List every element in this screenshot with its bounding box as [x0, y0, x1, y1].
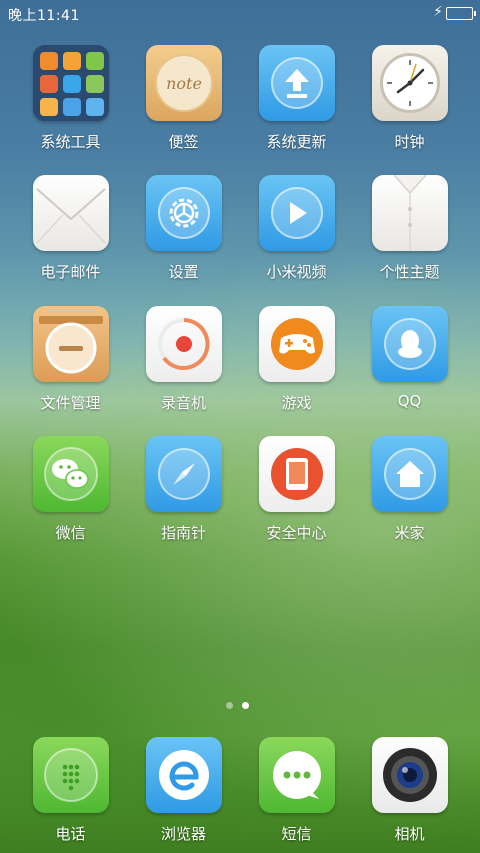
phone-keypad-icon	[33, 737, 109, 813]
app-email[interactable]: 电子邮件	[14, 175, 127, 300]
app-label: 微信	[55, 524, 86, 542]
app-label: 指南针	[160, 524, 206, 542]
home-icon	[372, 436, 448, 512]
app-security[interactable]: 安全中心	[240, 436, 353, 561]
app-notes[interactable]: note 便签	[127, 45, 240, 170]
dock-camera[interactable]: 相机	[353, 737, 466, 853]
app-wechat[interactable]: 微信	[14, 436, 127, 561]
penguin-icon	[372, 306, 448, 382]
drawer-icon	[33, 306, 109, 382]
app-label: 时钟	[394, 133, 425, 151]
system-tools-folder-icon	[33, 45, 109, 121]
page-dot[interactable]	[226, 702, 233, 709]
dock-messaging[interactable]: 短信	[240, 737, 353, 853]
battery-icon	[446, 7, 476, 20]
app-label: 个性主题	[379, 263, 440, 281]
status-time: 晚上11:41	[8, 8, 80, 24]
app-label: 电子邮件	[40, 263, 101, 281]
camera-lens-icon	[372, 737, 448, 813]
message-bubble-icon	[259, 737, 335, 813]
app-label: 录音机	[160, 394, 206, 412]
clock-icon	[372, 45, 448, 121]
app-system-tools[interactable]: 系统工具	[14, 45, 127, 170]
app-games[interactable]: 游戏	[240, 306, 353, 431]
notes-icon: note	[146, 45, 222, 121]
app-label: 电话	[55, 825, 86, 843]
app-qq[interactable]: QQ	[353, 306, 466, 431]
upload-arrow-icon	[259, 45, 335, 121]
chat-bubbles-icon	[33, 436, 109, 512]
app-mi-home[interactable]: 米家	[353, 436, 466, 561]
app-label: 游戏	[281, 394, 312, 412]
compass-icon	[146, 436, 222, 512]
app-label: QQ	[397, 392, 422, 410]
app-file-manager[interactable]: 文件管理	[14, 306, 127, 431]
app-label: 安全中心	[266, 524, 327, 542]
app-label: 浏览器	[160, 825, 206, 843]
app-compass[interactable]: 指南针	[127, 436, 240, 561]
page-indicator[interactable]	[226, 702, 249, 709]
shirt-icon	[372, 175, 448, 251]
browser-e-icon	[146, 737, 222, 813]
status-bar: 晚上11:41 ⚡	[0, 0, 480, 28]
app-label: 系统更新	[266, 133, 327, 151]
app-recorder[interactable]: 录音机	[127, 306, 240, 431]
gear-icon	[146, 175, 222, 251]
app-label: 小米视频	[266, 263, 327, 281]
dock-phone[interactable]: 电话	[14, 737, 127, 853]
page-dot-active[interactable]	[242, 702, 249, 709]
phone-shield-icon	[259, 436, 335, 512]
dock-browser[interactable]: 浏览器	[127, 737, 240, 853]
envelope-icon	[33, 175, 109, 251]
app-clock[interactable]: 时钟	[353, 45, 466, 170]
app-label: 设置	[168, 263, 199, 281]
app-label: 相机	[394, 825, 425, 843]
app-label: 便签	[168, 133, 199, 151]
play-icon	[259, 175, 335, 251]
app-system-update[interactable]: 系统更新	[240, 45, 353, 170]
app-settings[interactable]: 设置	[127, 175, 240, 300]
charging-icon: ⚡	[433, 4, 443, 20]
gamepad-icon	[259, 306, 335, 382]
app-label: 文件管理	[40, 394, 101, 412]
record-icon	[146, 306, 222, 382]
app-themes[interactable]: 个性主题	[353, 175, 466, 300]
app-label: 系统工具	[40, 133, 101, 151]
app-label: 短信	[281, 825, 312, 843]
app-mi-video[interactable]: 小米视频	[240, 175, 353, 300]
app-label: 米家	[394, 524, 425, 542]
notes-icon-text: note	[155, 54, 213, 112]
